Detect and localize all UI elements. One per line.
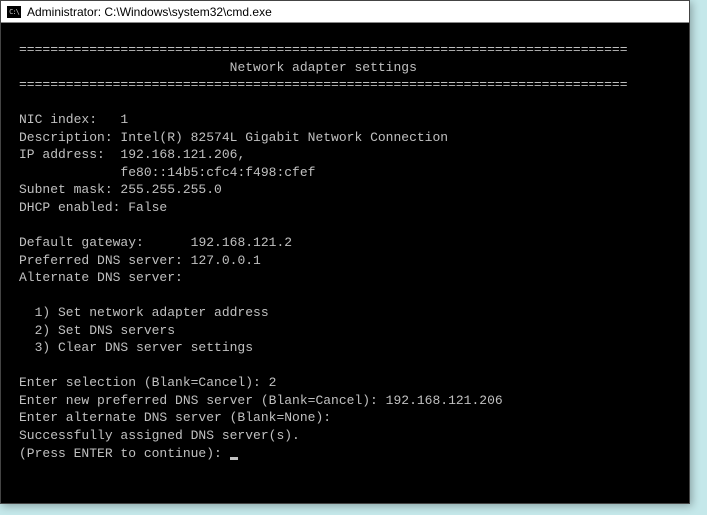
divider-top: ========================================… — [19, 42, 628, 57]
header-title: Network adapter settings — [19, 60, 417, 75]
dhcp-row: DHCP enabled: False — [19, 200, 167, 215]
menu-option-3: 3) Clear DNS server settings — [19, 340, 253, 355]
ip-row: IP address: 192.168.121.206, — [19, 147, 245, 162]
prompt-pref-dns: Enter new preferred DNS server (Blank=Ca… — [19, 393, 503, 408]
subnet-row: Subnet mask: 255.255.255.0 — [19, 182, 222, 197]
prompt-continue: (Press ENTER to continue): — [19, 446, 238, 461]
titlebar[interactable]: C:\ Administrator: C:\Windows\system32\c… — [1, 1, 689, 23]
nic-index-row: NIC index: 1 — [19, 112, 128, 127]
titlebar-text: Administrator: C:\Windows\system32\cmd.e… — [27, 5, 272, 19]
divider-bottom: ========================================… — [19, 77, 628, 92]
result-line: Successfully assigned DNS server(s). — [19, 428, 300, 443]
cmd-icon: C:\ — [7, 6, 21, 18]
cursor-icon — [230, 457, 238, 460]
cmd-window: C:\ Administrator: C:\Windows\system32\c… — [0, 0, 690, 504]
pref-dns-row: Preferred DNS server: 127.0.0.1 — [19, 253, 261, 268]
prompt-selection: Enter selection (Blank=Cancel): 2 — [19, 375, 276, 390]
menu-option-2: 2) Set DNS servers — [19, 323, 175, 338]
gateway-row: Default gateway: 192.168.121.2 — [19, 235, 292, 250]
alt-dns-row: Alternate DNS server: — [19, 270, 183, 285]
prompt-alt-dns: Enter alternate DNS server (Blank=None): — [19, 410, 331, 425]
console-area[interactable]: ========================================… — [1, 23, 689, 503]
description-row: Description: Intel(R) 82574L Gigabit Net… — [19, 130, 448, 145]
menu-option-1: 1) Set network adapter address — [19, 305, 269, 320]
ip-row-2: fe80::14b5:cfc4:f498:cfef — [19, 165, 315, 180]
